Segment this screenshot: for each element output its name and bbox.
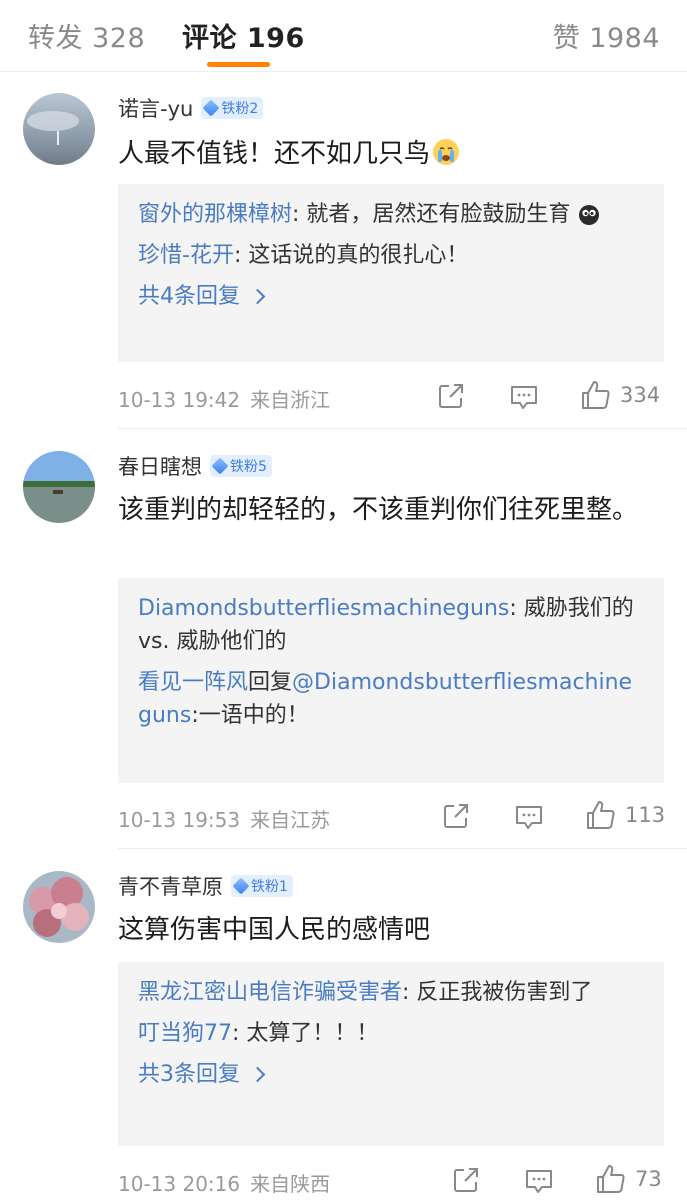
comment-icon [511, 386, 537, 409]
like-button[interactable]: 113 [585, 799, 665, 831]
share-button[interactable] [442, 800, 470, 832]
reply-item[interactable]: 叮当狗77: 太算了！！！ [138, 1017, 644, 1050]
reply-username[interactable]: 看见一阵风 [138, 670, 248, 695]
face-emoji-icon [579, 205, 600, 225]
username[interactable]: 青不青草原 [118, 871, 223, 901]
reply-username[interactable]: 叮当狗77 [138, 1021, 232, 1046]
comment-button[interactable] [509, 381, 539, 413]
like-count: 73 [635, 1167, 662, 1191]
share-button[interactable] [437, 380, 465, 412]
comment-location: 来自浙江 [250, 388, 331, 412]
divider [118, 848, 687, 849]
username[interactable]: 诺言-yu [118, 93, 193, 123]
fan-badge[interactable]: 铁粉5 [210, 455, 272, 477]
thumbs-up-icon [587, 801, 615, 829]
reply-username[interactable]: 窗外的那棵樟树 [138, 202, 292, 227]
like-count: 113 [625, 803, 666, 827]
crying-face-icon [433, 139, 460, 165]
reply-username[interactable]: Diamondsbutterfliesmachineguns [138, 596, 509, 621]
comment-icon [516, 806, 542, 829]
reply-username[interactable]: 黑龙江密山电信诈骗受害者 [138, 980, 402, 1005]
fan-badge[interactable]: 铁粉2 [201, 97, 264, 119]
comment-time: 10-13 19:53 [118, 808, 241, 832]
tab-repost[interactable]: 转发 328 [28, 16, 145, 55]
comment-meta: 10-13 20:16 来自陕西 [118, 1168, 330, 1197]
reply-item[interactable]: 看见一阵风回复@Diamondsbutterfliesmachineguns:一… [138, 666, 644, 732]
active-tab-indicator [207, 62, 270, 67]
comment-tabs: 转发 328 评论 196 赞 1984 [0, 0, 687, 72]
comment-meta: 10-13 19:53 来自江苏 [118, 804, 330, 833]
comment-text: 人最不值钱！还不如几只鸟 [118, 136, 658, 172]
reply-item[interactable]: 黑龙江密山电信诈骗受害者: 反正我被伤害到了 [138, 976, 644, 1009]
chevron-right-icon [249, 288, 266, 305]
like-button[interactable]: 334 [580, 379, 660, 411]
like-button[interactable]: 73 [595, 1163, 662, 1195]
comment-button[interactable] [514, 801, 544, 833]
comment-button[interactable] [524, 1165, 554, 1197]
comment-location: 来自江苏 [250, 808, 331, 832]
tab-comments[interactable]: 评论 196 [182, 16, 305, 55]
diamond-icon [202, 99, 220, 117]
reply-item[interactable]: 珍惜-花开: 这话说的真的很扎心！ [138, 239, 644, 272]
divider [118, 428, 687, 429]
comment-time: 10-13 19:42 [118, 388, 241, 412]
comment-text: 这算伤害中国人民的感情吧 [118, 915, 431, 945]
reply-box[interactable]: 窗外的那棵樟树: 就者，居然还有脸鼓励生育 珍惜-花开: 这话说的真的很扎心！ … [118, 184, 664, 362]
more-replies-link[interactable]: 共4条回复 [138, 280, 266, 313]
share-icon [454, 1168, 478, 1192]
avatar[interactable] [23, 93, 95, 165]
thumbs-up-icon [582, 381, 610, 409]
fan-badge[interactable]: 铁粉1 [231, 875, 293, 897]
diamond-icon [211, 457, 229, 475]
reply-item[interactable]: Diamondsbutterfliesmachineguns: 威胁我们的 vs… [138, 592, 644, 658]
tab-likes[interactable]: 赞 1984 [553, 16, 660, 55]
diamond-icon [232, 877, 250, 895]
reply-username[interactable]: 珍惜-花开 [138, 243, 234, 268]
share-icon [444, 804, 468, 828]
comment-meta: 10-13 19:42 来自浙江 [118, 384, 330, 413]
share-icon [439, 384, 463, 408]
thumbs-up-icon [597, 1165, 625, 1193]
reply-item[interactable]: 窗外的那棵樟树: 就者，居然还有脸鼓励生育 [138, 198, 644, 231]
comment-icon [526, 1170, 552, 1193]
chevron-right-icon [249, 1066, 266, 1083]
share-button[interactable] [452, 1164, 480, 1196]
username[interactable]: 春日瞎想 [118, 451, 202, 481]
comment-time: 10-13 20:16 [118, 1172, 241, 1196]
comment-location: 来自陕西 [250, 1172, 331, 1196]
comment-text: 该重判的却轻轻的，不该重判你们往死里整。 [118, 495, 639, 525]
avatar[interactable] [23, 451, 95, 523]
reply-box[interactable]: Diamondsbutterfliesmachineguns: 威胁我们的 vs… [118, 578, 664, 783]
reply-box[interactable]: 黑龙江密山电信诈骗受害者: 反正我被伤害到了 叮当狗77: 太算了！！！ 共3条… [118, 962, 664, 1146]
more-replies-link[interactable]: 共3条回复 [138, 1058, 266, 1091]
avatar[interactable] [23, 871, 95, 943]
like-count: 334 [620, 383, 661, 407]
